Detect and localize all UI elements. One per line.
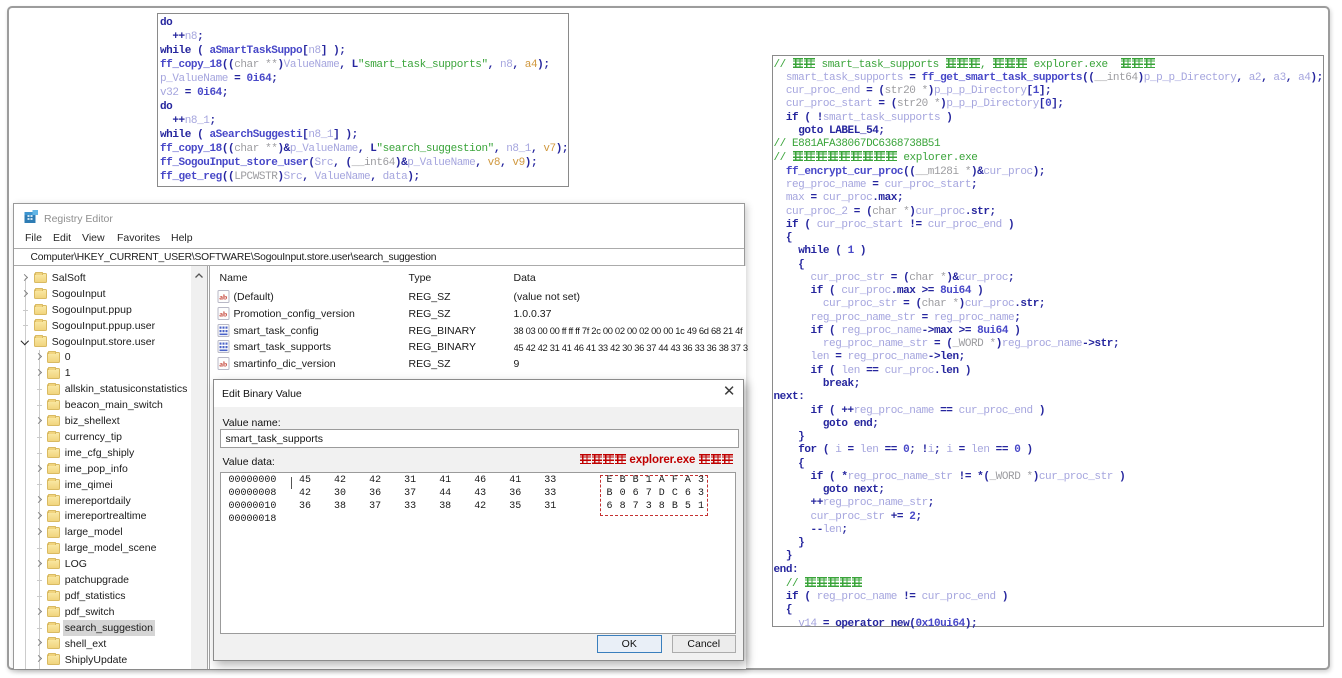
svg-text:ab: ab — [219, 310, 227, 319]
svg-text:ab: ab — [219, 293, 227, 302]
svg-text:ab: ab — [219, 360, 227, 369]
